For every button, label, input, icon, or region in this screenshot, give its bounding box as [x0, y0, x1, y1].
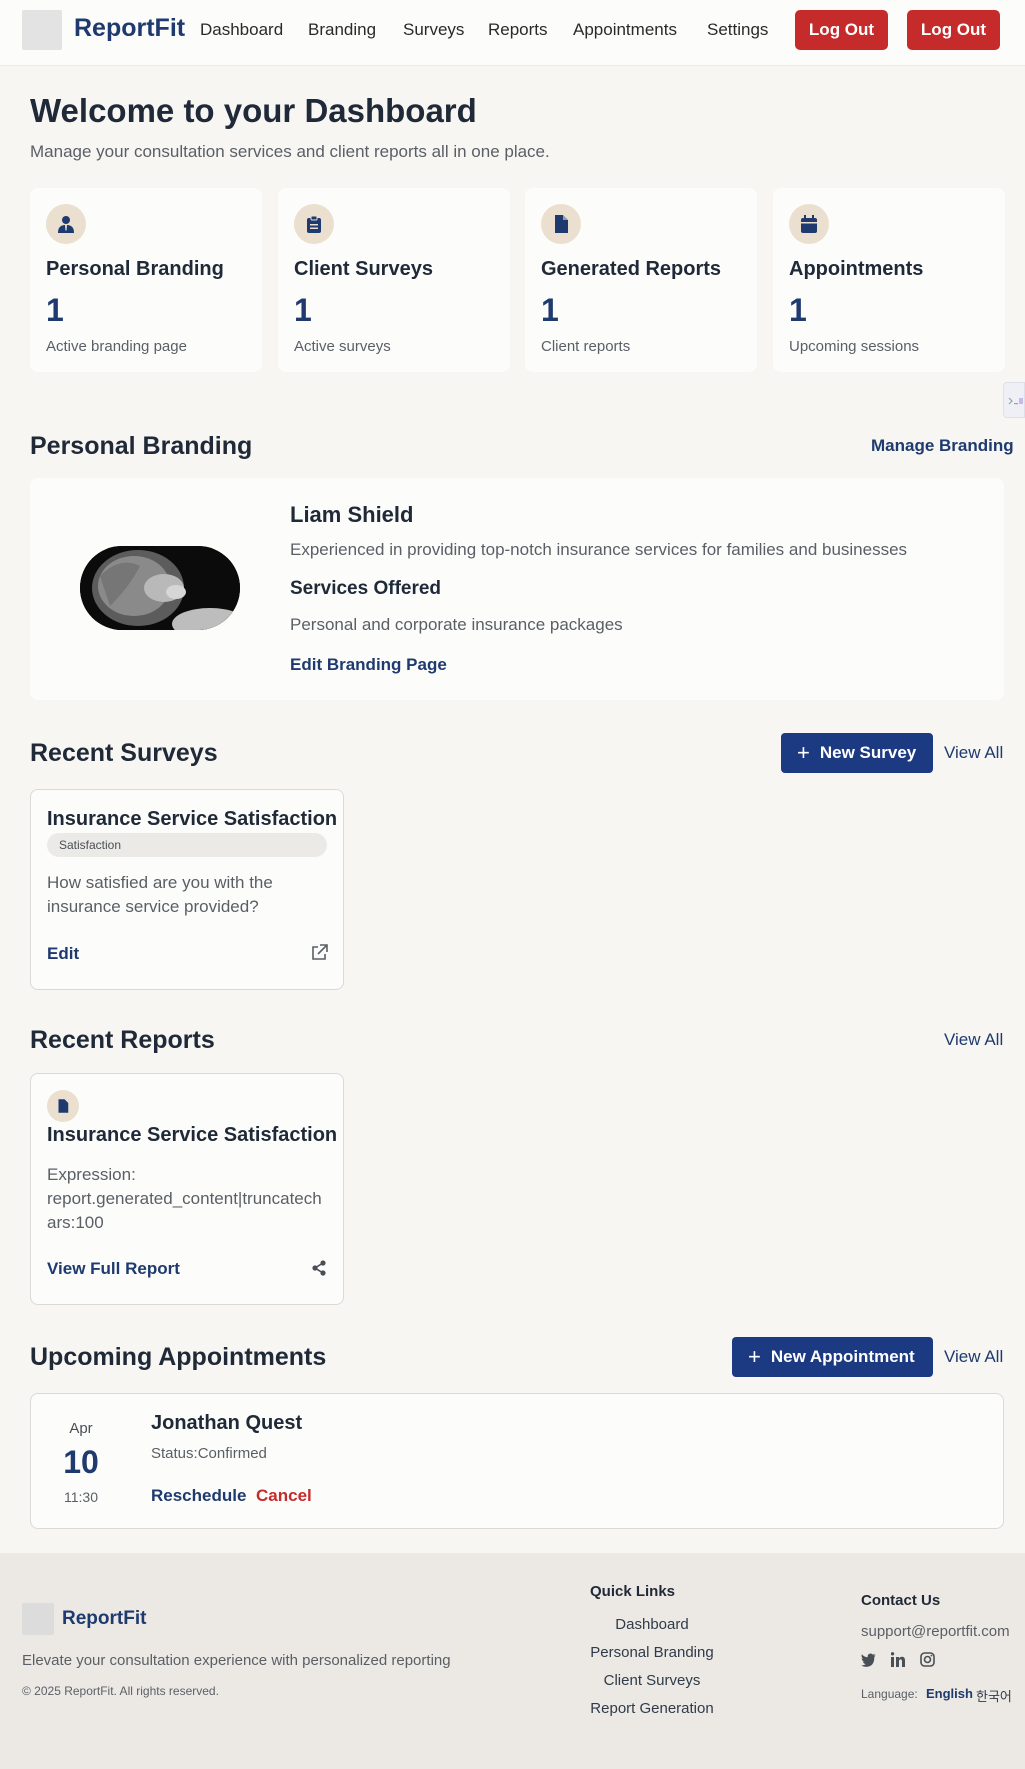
- stat-card-reports: Generated Reports 1 Client reports: [525, 188, 757, 372]
- logout-button[interactable]: Log Out: [795, 10, 888, 50]
- profile-photo: [80, 546, 240, 630]
- new-survey-button[interactable]: + New Survey: [781, 733, 933, 773]
- clipboard-icon: [294, 204, 334, 244]
- survey-title: Insurance Service Satisfaction: [47, 808, 338, 830]
- language-korean[interactable]: 한국어: [976, 1686, 1012, 1705]
- stat-value: 1: [789, 292, 807, 328]
- nav-surveys[interactable]: Surveys: [403, 20, 464, 40]
- appointment-day: 10: [63, 1444, 99, 1480]
- appointments-heading: Upcoming Appointments: [30, 1343, 327, 1371]
- contact-email[interactable]: support@reportfit.com: [861, 1623, 1010, 1640]
- plus-icon: +: [797, 740, 810, 765]
- file-icon: [541, 204, 581, 244]
- reschedule-link[interactable]: Reschedule: [151, 1486, 246, 1506]
- footer-tagline: Elevate your consultation experience wit…: [22, 1652, 451, 1669]
- consultant-bio: Experienced in providing top-notch insur…: [290, 540, 908, 559]
- footer: ReportFit Elevate your consultation expe…: [0, 1553, 1025, 1769]
- stat-title: Generated Reports: [541, 258, 722, 280]
- services-heading: Services Offered: [290, 578, 442, 599]
- surveys-heading: Recent Surveys: [30, 739, 218, 767]
- reports-heading: Recent Reports: [30, 1026, 215, 1054]
- appointment-month: Apr: [69, 1420, 93, 1437]
- external-link-icon[interactable]: [311, 944, 328, 966]
- report-title: Insurance Service Satisfaction: [47, 1124, 338, 1146]
- footer-logo-image[interactable]: [22, 1603, 54, 1635]
- appointment-time: 11:30: [64, 1489, 98, 1505]
- report-excerpt-line: report.generated_content|truncatech: [47, 1189, 322, 1208]
- stat-title: Personal Branding: [46, 258, 224, 280]
- stat-description: Active surveys: [294, 338, 391, 355]
- top-navbar: ReportFit Dashboard Branding Surveys Rep…: [0, 0, 1025, 66]
- stat-title: Appointments: [789, 258, 924, 280]
- quick-links-list: Dashboard Personal Branding Client Surve…: [590, 1611, 714, 1723]
- report-excerpt-line: Expression:: [47, 1165, 136, 1184]
- instagram-icon[interactable]: [920, 1652, 935, 1672]
- logo-image[interactable]: [22, 10, 62, 50]
- appointment-client: Jonathan Quest: [151, 1412, 303, 1434]
- user-tie-icon: [46, 204, 86, 244]
- footer-link-branding[interactable]: Personal Branding: [590, 1639, 714, 1667]
- appointments-view-all-link[interactable]: View All: [944, 1347, 1003, 1367]
- consultant-name: Liam Shield: [290, 502, 414, 527]
- appointment-status: Status:Confirmed: [151, 1445, 267, 1462]
- footer-copyright: © 2025 ReportFit. All rights reserved.: [22, 1684, 219, 1698]
- stat-card-appointments: Appointments 1 Upcoming sessions: [773, 188, 1005, 372]
- plus-icon: +: [748, 1344, 761, 1369]
- quick-links-heading: Quick Links: [590, 1583, 676, 1600]
- nav-branding[interactable]: Branding: [308, 20, 376, 40]
- stat-card-branding: Personal Branding 1 Active branding page: [30, 188, 262, 372]
- nav-dashboard[interactable]: Dashboard: [200, 20, 283, 40]
- footer-link-reports[interactable]: Report Generation: [590, 1695, 714, 1723]
- view-full-report-link[interactable]: View Full Report: [47, 1259, 180, 1279]
- footer-link-dashboard[interactable]: Dashboard: [590, 1611, 714, 1639]
- stat-description: Active branding page: [46, 338, 187, 355]
- stat-description: Client reports: [541, 338, 631, 355]
- twitter-icon[interactable]: [861, 1653, 876, 1672]
- new-survey-label: New Survey: [819, 743, 917, 762]
- report-card: Insurance Service Satisfaction Expressio…: [30, 1073, 344, 1305]
- survey-edit-link[interactable]: Edit: [47, 944, 79, 964]
- stat-value: 1: [46, 292, 64, 328]
- manage-branding-link[interactable]: Manage Branding: [871, 436, 1014, 456]
- nav-appointments[interactable]: Appointments: [573, 20, 677, 40]
- nav-reports[interactable]: Reports: [488, 20, 548, 40]
- share-icon[interactable]: [311, 1260, 327, 1281]
- new-appointment-label: New Appointment: [770, 1347, 915, 1366]
- stat-title: Client Surveys: [294, 258, 433, 280]
- contact-heading: Contact Us: [861, 1592, 941, 1609]
- cancel-link[interactable]: Cancel: [256, 1486, 312, 1506]
- stat-description: Upcoming sessions: [789, 338, 920, 355]
- survey-category-badge: Satisfaction: [47, 833, 327, 857]
- stat-value: 1: [541, 292, 559, 328]
- surveys-view-all-link[interactable]: View All: [944, 743, 1003, 763]
- stat-card-surveys: Client Surveys 1 Active surveys: [278, 188, 510, 372]
- stat-value: 1: [294, 292, 312, 328]
- page-title: Welcome to your Dashboard: [30, 92, 477, 129]
- edit-branding-link[interactable]: Edit Branding Page: [290, 655, 447, 675]
- footer-link-surveys[interactable]: Client Surveys: [590, 1667, 714, 1695]
- language-english[interactable]: English: [926, 1686, 973, 1701]
- report-excerpt: Expression: report.generated_content|tru…: [47, 1163, 322, 1235]
- survey-card: Insurance Service Satisfaction Satisfact…: [30, 789, 344, 990]
- calendar-icon: [789, 204, 829, 244]
- footer-brand[interactable]: ReportFit: [62, 1608, 146, 1630]
- branding-heading: Personal Branding: [30, 432, 253, 460]
- survey-question: How satisfied are you with the insurance…: [47, 873, 273, 916]
- file-icon: [47, 1090, 79, 1122]
- logout-button-2[interactable]: Log Out: [907, 10, 1000, 50]
- linkedin-icon[interactable]: [890, 1652, 905, 1672]
- brand-name[interactable]: ReportFit: [74, 14, 185, 43]
- language-label: Language:: [861, 1687, 918, 1701]
- appointment-card: Apr 10 11:30 Jonathan Quest Status:Confi…: [30, 1393, 1004, 1529]
- page-subtitle: Manage your consultation services and cl…: [30, 142, 550, 161]
- nav-settings[interactable]: Settings: [707, 20, 768, 40]
- services-text: Personal and corporate insurance package…: [290, 615, 623, 634]
- branding-card: Liam Shield Experienced in providing top…: [30, 478, 1004, 700]
- reports-view-all-link[interactable]: View All: [944, 1030, 1003, 1050]
- side-widget-tab[interactable]: [1003, 382, 1025, 418]
- new-appointment-button[interactable]: + New Appointment: [732, 1337, 933, 1377]
- report-excerpt-line: ars:100: [47, 1213, 104, 1232]
